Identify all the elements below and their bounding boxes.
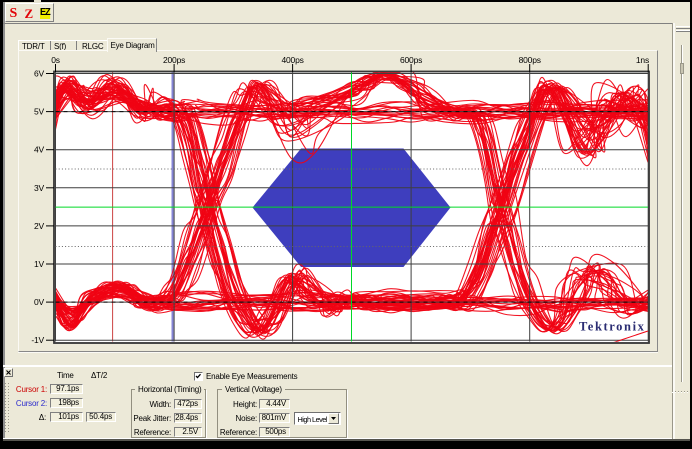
svg-text:Tektronix: Tektronix <box>579 320 646 334</box>
svg-text:400ps: 400ps <box>282 55 304 65</box>
svg-text:0s: 0s <box>51 55 60 65</box>
svg-text:600ps: 600ps <box>400 55 422 65</box>
svg-text:4V: 4V <box>34 145 45 155</box>
svg-text:6V: 6V <box>34 69 45 79</box>
svg-text:1ns: 1ns <box>636 55 649 65</box>
svg-text:200ps: 200ps <box>163 55 185 65</box>
svg-text:3V: 3V <box>34 183 45 193</box>
svg-text:0V: 0V <box>34 297 45 307</box>
svg-text:1V: 1V <box>34 259 45 269</box>
svg-text:-1V: -1V <box>31 335 44 345</box>
svg-text:2V: 2V <box>34 221 45 231</box>
svg-text:5V: 5V <box>34 107 45 117</box>
svg-text:800ps: 800ps <box>519 55 541 65</box>
